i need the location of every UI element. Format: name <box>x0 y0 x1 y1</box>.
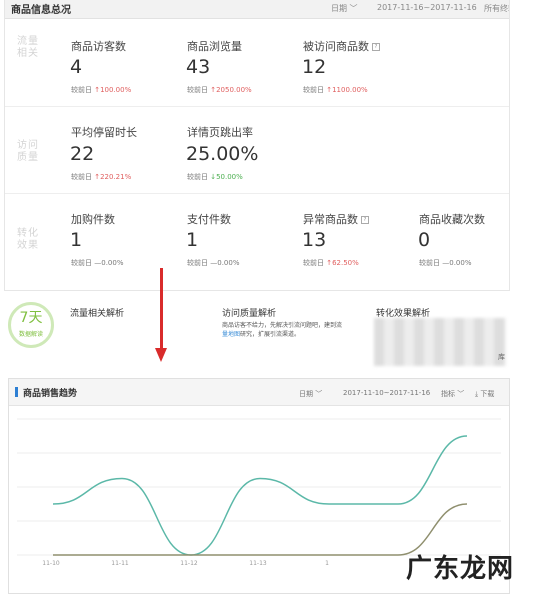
metric-value-avg-stay: 22 <box>70 143 95 165</box>
section-label-quality: 访问质量 <box>17 140 39 163</box>
conversion-text-tail: 库 <box>498 353 505 361</box>
metric-value-paid-items: 1 <box>186 229 199 251</box>
x-tick-label: 11-13 <box>249 560 267 567</box>
x-tick-label: 11-11 <box>111 560 129 567</box>
overview-date-dropdown[interactable]: 日期 ﹀ <box>331 3 358 14</box>
traffic-analysis-title: 流量相关解析 <box>70 309 125 319</box>
metric-label-visitors: 商品访客数 <box>71 40 126 53</box>
row-divider <box>5 106 509 107</box>
overview-channel-select[interactable]: 所有终端 <box>484 3 509 14</box>
overview-header: 商品信息总况 日期 ﹀ 2017-11-16~2017-11-16 所有终端 <box>5 0 509 19</box>
metric-value-favorites: 0 <box>418 229 431 251</box>
metric-compare-favorites: 较前日 —0.00% <box>419 259 472 267</box>
traffic-map-link[interactable]: 量地图 <box>222 331 240 338</box>
metric-compare-cart-adds: 较前日 —0.00% <box>71 259 124 267</box>
metric-compare-bounce-rate: 较前日 ↓50.00% <box>187 173 243 181</box>
overview-title: 商品信息总况 <box>11 5 71 16</box>
trend-date-dropdown[interactable]: 日期 ﹀ <box>299 389 322 399</box>
x-tick-label: 11-10 <box>42 560 60 567</box>
metric-label-pageviews: 商品浏览量 <box>187 40 242 53</box>
badge-number: 7天 <box>19 310 43 326</box>
download-button[interactable]: ⤓ 下载 <box>475 389 494 399</box>
series-line-0 <box>52 435 468 556</box>
seven-day-badge[interactable]: 7天 数据解读 <box>8 302 54 348</box>
blurred-content <box>374 318 506 366</box>
watermark-logo: 广东龙网 <box>406 554 515 584</box>
sales-trend-header: 商品销售趋势 日期 ﹀ 2017-11-10~2017-11-16 指标 ﹀ ⤓… <box>9 379 509 406</box>
metric-compare-avg-stay: 较前日 ↑220.21% <box>71 173 132 181</box>
x-tick-label: 1 <box>325 560 329 567</box>
section-label-conversion: 转化效果 <box>17 228 39 251</box>
overview-panel: 商品信息总况 日期 ﹀ 2017-11-16~2017-11-16 所有终端 流… <box>4 0 510 291</box>
metric-label-visited-items: 被访问商品数? <box>303 38 380 54</box>
red-arrow-shaft <box>160 268 163 350</box>
metric-value-abnormal-items: 13 <box>302 229 327 251</box>
metric-compare-paid-items: 较前日 —0.00% <box>187 259 240 267</box>
section-label-traffic: 流量相关 <box>17 36 39 59</box>
help-icon[interactable]: ? <box>361 216 369 224</box>
metric-compare-pageviews: 较前日 ↑2050.00% <box>187 86 252 94</box>
quality-analysis-text: 商品访客不给力，先解决引流问题吧，建到流 量地图研究，扩展引流渠道。 <box>222 322 343 338</box>
sales-trend-title: 商品销售趋势 <box>23 389 78 399</box>
red-arrow-head-icon <box>155 348 167 362</box>
row-divider <box>5 193 509 194</box>
metric-value-visited-items: 12 <box>302 56 327 78</box>
metric-value-pageviews: 43 <box>186 56 211 78</box>
metric-compare-visited-items: 较前日 ↑1100.00% <box>303 86 368 94</box>
overview-date-range[interactable]: 2017-11-16~2017-11-16 <box>377 3 477 12</box>
trend-metric-dropdown[interactable]: 指标 ﹀ <box>441 389 464 399</box>
quality-analysis-title: 访问质量解析 <box>222 309 277 319</box>
trend-date-range[interactable]: 2017-11-10~2017-11-16 <box>343 389 430 397</box>
metric-value-visitors: 4 <box>70 56 83 78</box>
metric-label-bounce-rate: 详情页跳出率 <box>187 126 253 139</box>
metric-label-favorites: 商品收藏次数 <box>419 213 485 226</box>
badge-text: 数据解读 <box>18 331 43 338</box>
title-accent-bar <box>15 387 18 397</box>
metric-label-paid-items: 支付件数 <box>187 213 231 226</box>
metric-value-bounce-rate: 25.00% <box>186 143 259 165</box>
metric-label-cart-adds: 加购件数 <box>71 213 115 226</box>
help-icon[interactable]: ? <box>372 43 380 51</box>
metric-value-cart-adds: 1 <box>70 229 83 251</box>
metric-label-abnormal-items: 异常商品数? <box>303 211 369 227</box>
x-tick-label: 11-12 <box>180 560 198 567</box>
metric-compare-abnormal-items: 较前日 ↑62.50% <box>303 259 359 267</box>
metric-compare-visitors: 较前日 ↑100.00% <box>71 86 132 94</box>
metric-label-avg-stay: 平均停留时长 <box>71 126 137 139</box>
